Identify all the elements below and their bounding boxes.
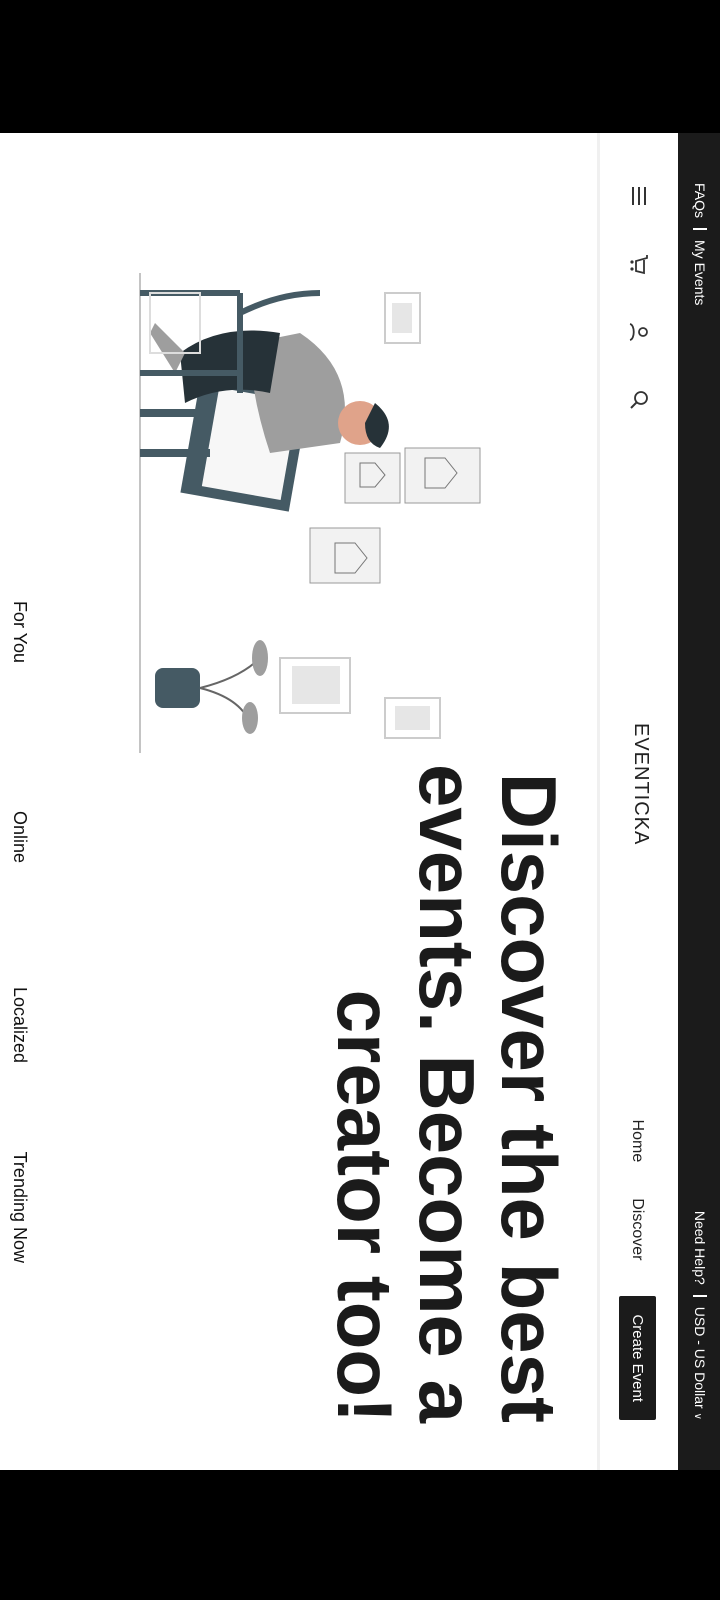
divider xyxy=(693,228,707,231)
hero-illustration xyxy=(100,273,560,753)
logo[interactable]: EVENTICKA xyxy=(629,723,652,845)
chevron-down-icon: ∨ xyxy=(692,1412,703,1420)
menu-icon[interactable] xyxy=(626,183,652,209)
tab-localized[interactable]: Localized xyxy=(9,863,30,1063)
nav-links: Home Discover Create Event xyxy=(619,1120,656,1420)
need-help-link[interactable]: Need Help? xyxy=(692,1211,708,1285)
faqs-link[interactable]: FAQs xyxy=(692,183,708,218)
cart-icon[interactable] xyxy=(626,251,652,277)
tab-for-you[interactable]: For You xyxy=(9,463,30,663)
top-bar-right: Need Help? USD - US Dollar ∨ xyxy=(692,1211,708,1420)
category-tabs: For You Online Localized Trending Now xyxy=(9,463,30,1263)
nav-home-link[interactable]: Home xyxy=(629,1120,647,1163)
user-icon[interactable] xyxy=(626,319,652,345)
currency-selector[interactable]: USD - US Dollar ∨ xyxy=(692,1307,708,1420)
nav-icons xyxy=(626,183,652,413)
nav-discover-link[interactable]: Discover xyxy=(629,1198,647,1260)
main-nav: EVENTICKA Home Discover Create Event xyxy=(597,133,678,1470)
my-events-link[interactable]: My Events xyxy=(692,240,708,305)
search-icon[interactable] xyxy=(626,387,652,413)
create-event-button[interactable]: Create Event xyxy=(619,1296,656,1420)
top-bar-left: FAQs My Events xyxy=(692,183,708,305)
tab-online[interactable]: Online xyxy=(9,663,30,863)
page: FAQs My Events Need Help? USD - US Dolla… xyxy=(0,133,720,1470)
currency-label: USD - US Dollar xyxy=(692,1306,708,1409)
tab-trending-now[interactable]: Trending Now xyxy=(9,1063,30,1263)
divider xyxy=(693,1294,707,1297)
app-screen: FAQs My Events Need Help? USD - US Dolla… xyxy=(0,133,720,1470)
top-bar: FAQs My Events Need Help? USD - US Dolla… xyxy=(678,133,720,1470)
logo-text: EVENTICKA xyxy=(630,723,652,846)
